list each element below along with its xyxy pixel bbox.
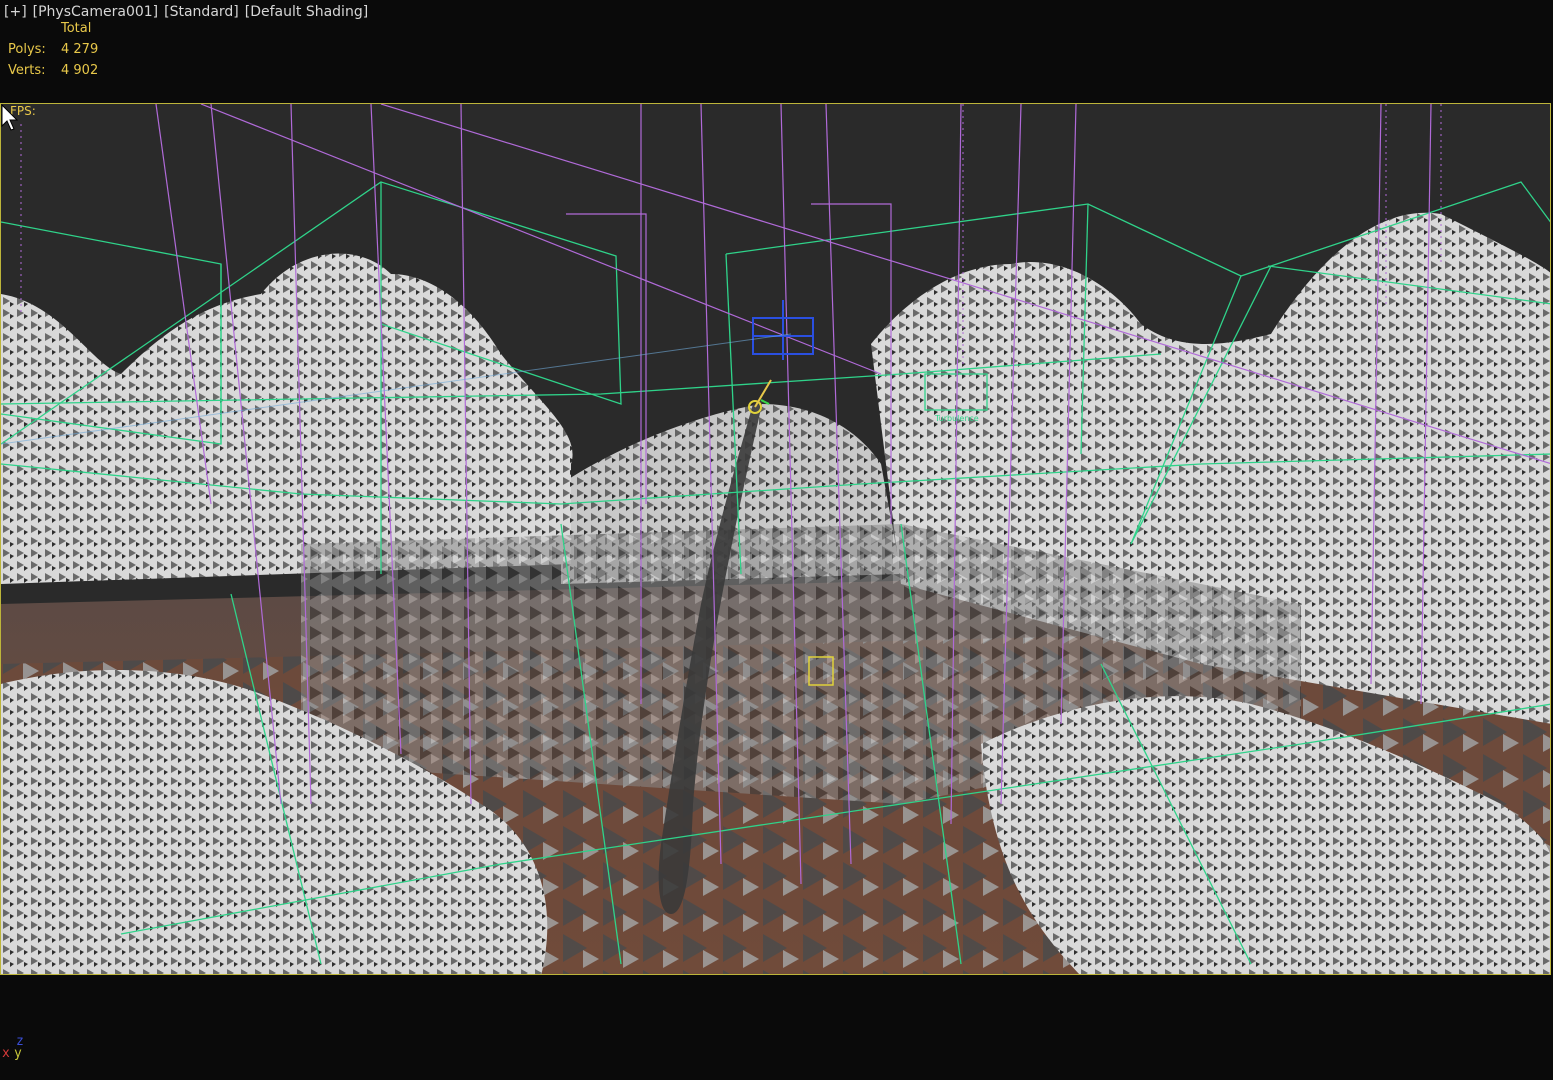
turbulence-label: Turbulence <box>934 414 979 423</box>
viewport-shading-menu[interactable]: [Default Shading] <box>245 4 368 20</box>
scene-render[interactable]: Turbulence <box>1 104 1551 975</box>
polys-value: 4 279 <box>61 42 99 57</box>
axis-x-label: x <box>2 1046 10 1061</box>
statistics-overlay: Total Polys: 4 279 Verts: 4 902 <box>8 18 98 81</box>
camera-viewport[interactable]: Turbulence FPS: <box>0 103 1551 975</box>
stats-polys-row: Polys: 4 279 <box>8 39 98 60</box>
mouse-pointer-icon <box>1 104 19 131</box>
verts-label: Verts: <box>8 63 46 78</box>
verts-value: 4 902 <box>61 63 99 78</box>
axis-y-label: y <box>14 1046 22 1061</box>
viewport-preset-menu[interactable]: [Standard] <box>164 4 239 20</box>
stats-verts-row: Verts: 4 902 <box>8 60 98 81</box>
polys-label: Polys: <box>8 42 46 57</box>
stats-header: Total <box>61 21 92 36</box>
